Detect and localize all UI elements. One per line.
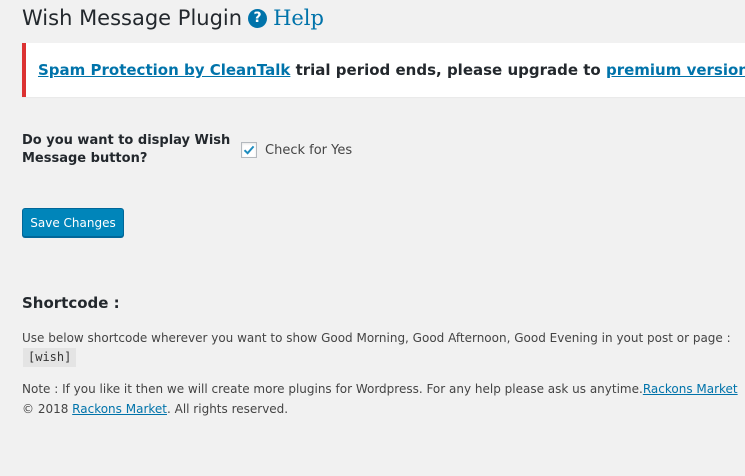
page-title: Wish Message Plugin ? Help: [22, 6, 324, 30]
rackons-market-link[interactable]: Rackons Market: [643, 382, 738, 396]
checkmark-icon: [243, 145, 255, 155]
display-button-field[interactable]: Check for Yes: [241, 142, 352, 158]
shortcode-description: Use below shortcode wherever you want to…: [22, 331, 731, 345]
premium-version-link[interactable]: premium version: [606, 61, 745, 79]
save-changes-button[interactable]: Save Changes: [22, 208, 124, 237]
trial-notice: Spam Protection by CleanTalk trial perio…: [22, 43, 745, 97]
note-text: Note : If you like it then we will creat…: [22, 382, 738, 396]
shortcode-code: [wish]: [23, 348, 77, 367]
display-button-label: Do you want to display Wish Message butt…: [22, 133, 231, 166]
help-link[interactable]: Help: [273, 6, 324, 30]
display-button-checkbox[interactable]: [241, 142, 257, 158]
question-circle-icon[interactable]: ?: [248, 8, 268, 28]
note-body: Note : If you like it then we will creat…: [22, 382, 643, 396]
notice-text: trial period ends, please upgrade to: [290, 61, 606, 79]
page-title-text: Wish Message Plugin: [22, 6, 243, 30]
rackons-market-copyright-link[interactable]: Rackons Market: [72, 402, 167, 416]
copyright-text: © 2018 Rackons Market. All rights reserv…: [22, 402, 288, 416]
checkbox-label: Check for Yes: [265, 142, 353, 158]
shortcode-heading: Shortcode :: [22, 294, 120, 312]
cleantalk-link[interactable]: Spam Protection by CleanTalk: [38, 61, 290, 79]
copyright-prefix: © 2018: [22, 402, 73, 416]
rights-text: . All rights reserved.: [166, 402, 289, 416]
